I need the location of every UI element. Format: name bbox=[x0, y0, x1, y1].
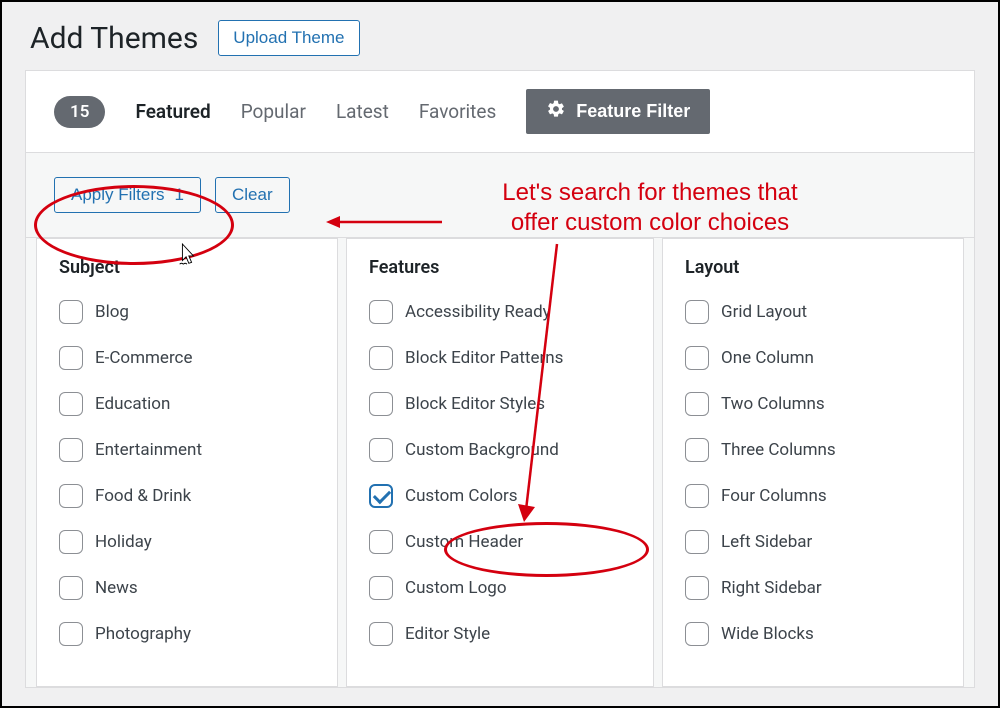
filter-checkbox-item[interactable]: Wide Blocks bbox=[685, 622, 941, 646]
filter-checkbox-item[interactable]: Custom Background bbox=[369, 438, 631, 462]
checkbox-icon[interactable] bbox=[369, 530, 393, 554]
filter-column-layout: Layout Grid Layout One Column Two Columns Th… bbox=[662, 238, 964, 687]
filter-checkbox-item[interactable]: Blog bbox=[59, 300, 315, 324]
checkbox-icon[interactable] bbox=[59, 530, 83, 554]
filter-checkbox-item[interactable]: Block Editor Styles bbox=[369, 392, 631, 416]
checkbox-label: Photography bbox=[95, 624, 191, 644]
filter-checkbox-item[interactable]: E-Commerce bbox=[59, 346, 315, 370]
checkbox-icon[interactable] bbox=[685, 622, 709, 646]
theme-browser-panel: 15 Featured Popular Latest Favorites Fea… bbox=[25, 70, 975, 688]
page-title: Add Themes bbox=[30, 21, 198, 56]
checkbox-icon[interactable] bbox=[685, 346, 709, 370]
filter-checkbox-item[interactable]: Education bbox=[59, 392, 315, 416]
checkbox-icon[interactable] bbox=[369, 392, 393, 416]
checkbox-label: News bbox=[95, 578, 138, 598]
apply-filters-label: Apply Filters bbox=[71, 185, 165, 205]
checkbox-label: Three Columns bbox=[721, 440, 836, 460]
checkbox-label: Custom Colors bbox=[405, 486, 518, 506]
clear-filters-button[interactable]: Clear bbox=[215, 177, 290, 213]
checkbox-icon[interactable] bbox=[369, 484, 393, 508]
checkbox-label: Block Editor Patterns bbox=[405, 348, 563, 368]
checkbox-label: Custom Background bbox=[405, 440, 559, 460]
upload-theme-button[interactable]: Upload Theme bbox=[218, 20, 359, 56]
filter-checkbox-item[interactable]: Editor Style bbox=[369, 622, 631, 646]
checkbox-icon[interactable] bbox=[685, 300, 709, 324]
filter-column-heading: Subject bbox=[59, 257, 315, 278]
apply-filters-button[interactable]: Apply Filters 1 bbox=[54, 177, 201, 213]
checkbox-icon[interactable] bbox=[59, 484, 83, 508]
checkbox-icon[interactable] bbox=[369, 346, 393, 370]
filter-checkbox-item[interactable]: Custom Header bbox=[369, 530, 631, 554]
page-header: Add Themes Upload Theme bbox=[2, 2, 998, 70]
checkbox-icon[interactable] bbox=[369, 438, 393, 462]
filter-checkbox-item[interactable]: Two Columns bbox=[685, 392, 941, 416]
tab-latest[interactable]: Latest bbox=[336, 100, 389, 123]
filter-checkbox-item[interactable]: One Column bbox=[685, 346, 941, 370]
checkbox-label: Grid Layout bbox=[721, 302, 807, 322]
theme-count-badge: 15 bbox=[54, 96, 105, 128]
checkbox-label: Education bbox=[95, 394, 170, 414]
checkbox-icon[interactable] bbox=[369, 576, 393, 600]
filter-checkbox-item[interactable]: Holiday bbox=[59, 530, 315, 554]
filter-checkbox-item[interactable]: Photography bbox=[59, 622, 315, 646]
checkbox-label: Food & Drink bbox=[95, 486, 191, 506]
tab-popular[interactable]: Popular bbox=[241, 100, 306, 123]
filter-checkbox-item[interactable]: News bbox=[59, 576, 315, 600]
checkbox-label: Custom Logo bbox=[405, 578, 507, 598]
filter-checkbox-item[interactable]: Custom Colors bbox=[369, 484, 631, 508]
checkbox-icon[interactable] bbox=[685, 438, 709, 462]
tab-featured[interactable]: Featured bbox=[135, 100, 210, 123]
checkbox-icon[interactable] bbox=[59, 300, 83, 324]
filter-column-subject: Subject Blog E-Commerce Education Entertainm… bbox=[36, 238, 338, 687]
checkbox-label: Four Columns bbox=[721, 486, 827, 506]
checkbox-icon[interactable] bbox=[685, 530, 709, 554]
filter-checkbox-item[interactable]: Block Editor Patterns bbox=[369, 346, 631, 370]
checkbox-label: Custom Header bbox=[405, 532, 523, 552]
checkbox-label: Entertainment bbox=[95, 440, 202, 460]
checkbox-label: Editor Style bbox=[405, 624, 490, 644]
checkbox-icon[interactable] bbox=[59, 392, 83, 416]
checkbox-label: Left Sidebar bbox=[721, 532, 812, 552]
checkbox-icon[interactable] bbox=[685, 392, 709, 416]
filter-actions-bar: Apply Filters 1 Clear bbox=[26, 153, 974, 238]
filter-checkbox-item[interactable]: Food & Drink bbox=[59, 484, 315, 508]
filter-checkbox-item[interactable]: Grid Layout bbox=[685, 300, 941, 324]
gear-icon bbox=[546, 99, 566, 124]
checkbox-label: Right Sidebar bbox=[721, 578, 822, 598]
filter-checkbox-item[interactable]: Accessibility Ready bbox=[369, 300, 631, 324]
filter-column-heading: Layout bbox=[685, 257, 941, 278]
filter-tabs-bar: 15 Featured Popular Latest Favorites Fea… bbox=[26, 71, 974, 153]
filter-column-heading: Features bbox=[369, 257, 631, 278]
checkbox-label: Block Editor Styles bbox=[405, 394, 545, 414]
checkbox-label: One Column bbox=[721, 348, 814, 368]
checkbox-icon[interactable] bbox=[59, 622, 83, 646]
checkbox-label: Accessibility Ready bbox=[405, 302, 551, 322]
apply-filters-count: 1 bbox=[175, 185, 184, 205]
checkbox-icon[interactable] bbox=[59, 346, 83, 370]
checkbox-icon[interactable] bbox=[59, 576, 83, 600]
filter-checkbox-item[interactable]: Left Sidebar bbox=[685, 530, 941, 554]
checkbox-label: E-Commerce bbox=[95, 348, 192, 368]
filter-column-features: Features Accessibility Ready Block Editor … bbox=[346, 238, 654, 687]
feature-filter-button[interactable]: Feature Filter bbox=[526, 89, 710, 134]
checkbox-label: Two Columns bbox=[721, 394, 825, 414]
tab-favorites[interactable]: Favorites bbox=[419, 100, 496, 123]
filter-checkbox-item[interactable]: Entertainment bbox=[59, 438, 315, 462]
checkbox-icon[interactable] bbox=[685, 576, 709, 600]
checkbox-label: Holiday bbox=[95, 532, 152, 552]
feature-filter-label: Feature Filter bbox=[576, 101, 690, 122]
checkbox-label: Blog bbox=[95, 302, 129, 322]
checkbox-icon[interactable] bbox=[369, 300, 393, 324]
checkbox-icon[interactable] bbox=[369, 622, 393, 646]
filter-checkbox-item[interactable]: Right Sidebar bbox=[685, 576, 941, 600]
checkbox-icon[interactable] bbox=[59, 438, 83, 462]
checkbox-icon[interactable] bbox=[685, 484, 709, 508]
filter-checkbox-item[interactable]: Custom Logo bbox=[369, 576, 631, 600]
filter-columns: Subject Blog E-Commerce Education Entertainm… bbox=[26, 238, 974, 687]
filter-checkbox-item[interactable]: Four Columns bbox=[685, 484, 941, 508]
checkbox-label: Wide Blocks bbox=[721, 624, 814, 644]
filter-checkbox-item[interactable]: Three Columns bbox=[685, 438, 941, 462]
